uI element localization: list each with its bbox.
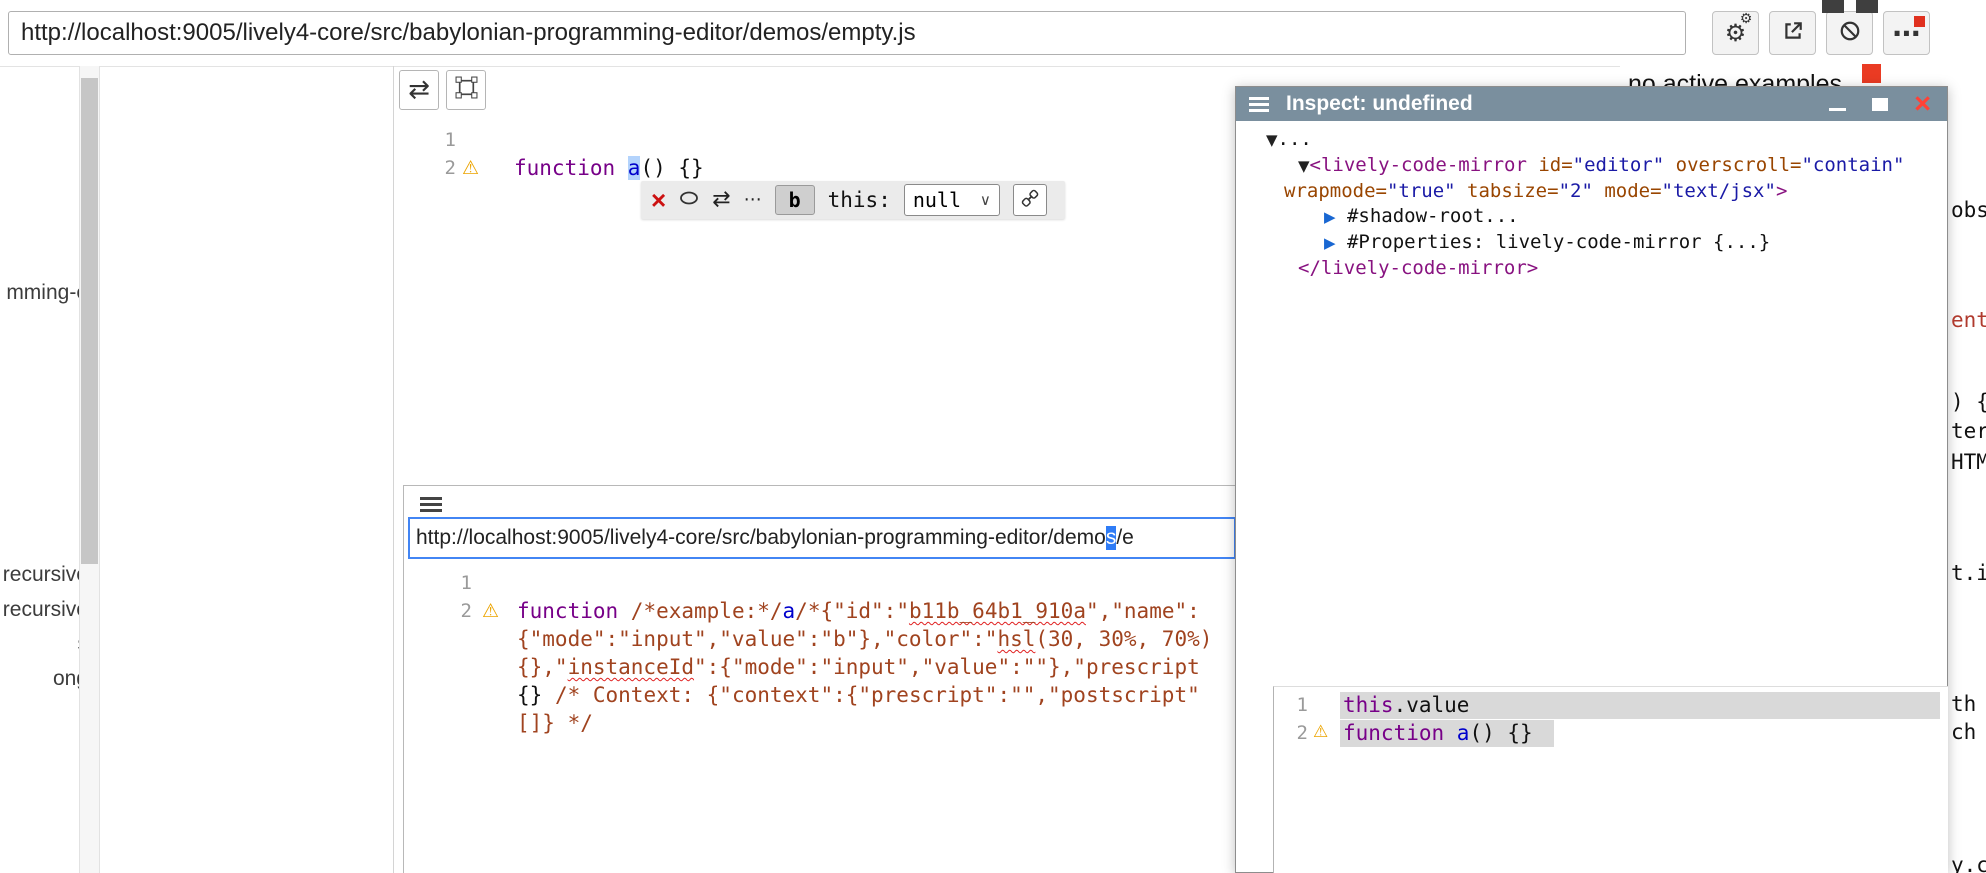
toggle-oval-icon[interactable]	[679, 191, 699, 210]
hamburger-menu-icon[interactable]	[420, 494, 442, 515]
line-number: 1	[414, 126, 456, 154]
window-control-square[interactable]	[1822, 0, 1844, 13]
gears-icon: ⚙ ⚙	[1725, 19, 1747, 47]
bottom-pane-top-border	[403, 485, 1236, 486]
address-bar-input[interactable]	[8, 11, 1686, 55]
window-control-square[interactable]	[1856, 0, 1878, 13]
close-probe-icon[interactable]: ×	[651, 187, 666, 213]
url-text: http://localhost:9005/lively4-core/src/b…	[416, 526, 1106, 550]
clipped-text-fragment: ent	[1951, 308, 1986, 332]
code-visual-line: []} */	[517, 709, 1233, 737]
selection-frame-icon	[455, 76, 478, 104]
url-text-after: /e	[1116, 526, 1134, 550]
annotation-frame-button[interactable]	[446, 70, 486, 110]
clipped-text-fragment: t.i	[1951, 561, 1986, 585]
url-selected-char: s	[1106, 526, 1117, 550]
chevron-down-icon: ∨	[980, 191, 991, 209]
dropdown-value: null	[913, 188, 961, 212]
line-number: 1	[424, 569, 472, 597]
link-reference-button[interactable]	[1013, 184, 1047, 216]
clipped-text-fragment: HTM	[1951, 450, 1986, 474]
swap-probe-icon[interactable]: ⇄	[712, 189, 730, 211]
swap-view-button[interactable]: ⇄	[399, 70, 439, 110]
external-link-icon	[1782, 20, 1804, 47]
module-url-input[interactable]: http://localhost:9005/lively4-core/src/b…	[408, 517, 1236, 559]
code-visual-line: {},"instanceId":{"mode":"input","value":…	[517, 653, 1233, 681]
probe-widget: × ⇄ ⋯ b this: null ∨	[641, 181, 1065, 219]
bottom-pane-left-border	[403, 485, 404, 873]
block-button[interactable]	[1826, 11, 1873, 55]
clipped-list-item[interactable]: recursive	[0, 598, 88, 622]
warning-icon[interactable]: ⚠	[1313, 722, 1328, 742]
content-divider	[0, 66, 1620, 67]
top-editor-gutter: 1 2	[414, 126, 456, 182]
vertical-scrollbar-thumb[interactable]	[81, 78, 98, 564]
code-visual-line: {} /* Context: {"context":{"prescript":"…	[517, 681, 1233, 709]
line-number: 2	[424, 597, 472, 625]
tree-element-row-wrap: wrapmode="true" tabsize="2" mode="text/j…	[1236, 179, 1947, 204]
tree-shadow-root-row[interactable]: ▶ #shadow-root...	[1236, 204, 1947, 230]
minimize-icon[interactable]	[1829, 108, 1846, 111]
code-visual-line: {"mode":"input","value":"b"},"color":"hs…	[517, 625, 1233, 653]
clipped-text-fragment: ter	[1951, 419, 1986, 443]
line-number: 2	[414, 154, 456, 182]
clipped-text-fragment: obs	[1951, 198, 1986, 222]
chain-link-icon	[1021, 189, 1039, 212]
warning-icon[interactable]: ⚠	[482, 600, 499, 622]
mini-editor-line: this.value	[1343, 691, 1469, 719]
update-indicator-badge	[1914, 16, 1925, 27]
clipped-text-fragment: ch	[1951, 720, 1976, 744]
this-value-dropdown[interactable]: null ∨	[904, 184, 1000, 216]
inspect-titlebar[interactable]: Inspect: undefined ×	[1236, 87, 1947, 121]
maximize-icon[interactable]	[1872, 98, 1888, 111]
settings-button[interactable]: ⚙ ⚙	[1712, 11, 1759, 55]
bottom-editor-code[interactable]: function /*example:*/a/*{"id":"b11b_64b1…	[517, 597, 1233, 737]
probe-more-icon[interactable]: ⋯	[744, 191, 762, 209]
clipped-text-fragment: ) {	[1951, 390, 1986, 414]
tree-properties-row[interactable]: ▶ #Properties: lively-code-mirror {...}	[1236, 230, 1947, 256]
tree-root-row[interactable]: ▼...	[1236, 127, 1947, 153]
clipped-list-item[interactable]: mming-e	[0, 281, 88, 305]
more-options-button[interactable]: ⋯	[1883, 11, 1930, 55]
mini-editor-gutter: 1 2	[1282, 691, 1308, 747]
line-number: 2	[1282, 719, 1308, 747]
clipped-list-item[interactable]: recursive	[0, 563, 88, 587]
example-b-button[interactable]: b	[775, 185, 815, 215]
tree-element-row[interactable]: ▼<lively-code-mirror id="editor" overscr…	[1236, 153, 1947, 179]
code-visual-line: function /*example:*/a/*{"id":"b11b_64b1…	[517, 597, 1233, 625]
lively4-workspace: ⚙ ⚙ ⋯ no active examples mming-e recursi…	[0, 0, 1986, 873]
window-menu-icon[interactable]	[1249, 94, 1269, 115]
inspect-window-title: Inspect: undefined	[1286, 92, 1473, 116]
this-label: this:	[828, 188, 891, 212]
clipped-list-item[interactable]: s	[0, 632, 88, 656]
clipped-list-item[interactable]: ong	[0, 667, 88, 691]
open-external-button[interactable]	[1769, 11, 1816, 55]
tree-closing-tag-row: </lively-code-mirror>	[1236, 256, 1947, 281]
mini-editor-line: function a() {}	[1343, 719, 1533, 747]
bottom-editor-gutter: 1 2	[424, 569, 472, 625]
close-window-icon[interactable]: ×	[1914, 90, 1931, 119]
line-number: 1	[1282, 691, 1308, 719]
clipped-text-fragment: y.c	[1951, 853, 1986, 873]
top-editor-code-line[interactable]: function a() {}	[514, 154, 704, 182]
status-marker-square	[1862, 64, 1881, 83]
pane-divider	[393, 66, 394, 873]
block-icon	[1839, 20, 1861, 47]
clipped-text-fragment: th	[1951, 692, 1976, 716]
warning-icon[interactable]: ⚠	[462, 157, 479, 179]
swap-arrows-icon: ⇄	[408, 75, 430, 105]
